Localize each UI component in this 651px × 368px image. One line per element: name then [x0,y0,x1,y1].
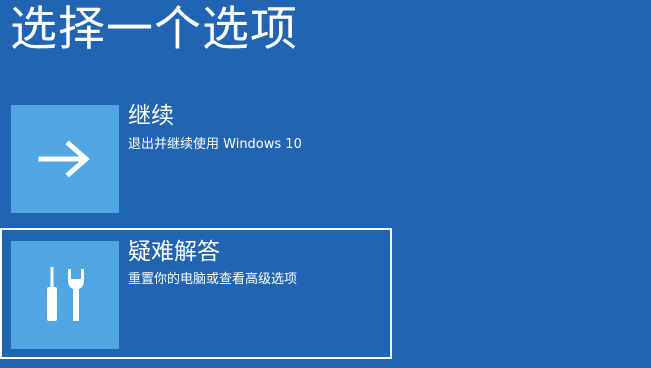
troubleshoot-tile[interactable] [11,241,119,349]
continue-option[interactable]: 继续 退出并继续使用 Windows 10 [0,94,392,225]
troubleshoot-option-description: 重置你的电脑或查看高级选项 [128,272,298,287]
continue-option-description: 退出并继续使用 Windows 10 [128,137,302,152]
troubleshoot-option[interactable]: 疑难解答 重置你的电脑或查看高级选项 [0,228,392,359]
page-title: 选择一个选项 [10,2,298,57]
recovery-options-screen: 选择一个选项 继续 退出并继续使用 Windows 10 疑难解答 重置你的电脑… [0,0,651,368]
troubleshoot-option-title: 疑难解答 [128,239,220,265]
continue-option-title: 继续 [128,103,174,129]
continue-tile[interactable] [11,105,119,213]
tools-icon [40,265,90,325]
arrow-right-icon [37,139,93,179]
